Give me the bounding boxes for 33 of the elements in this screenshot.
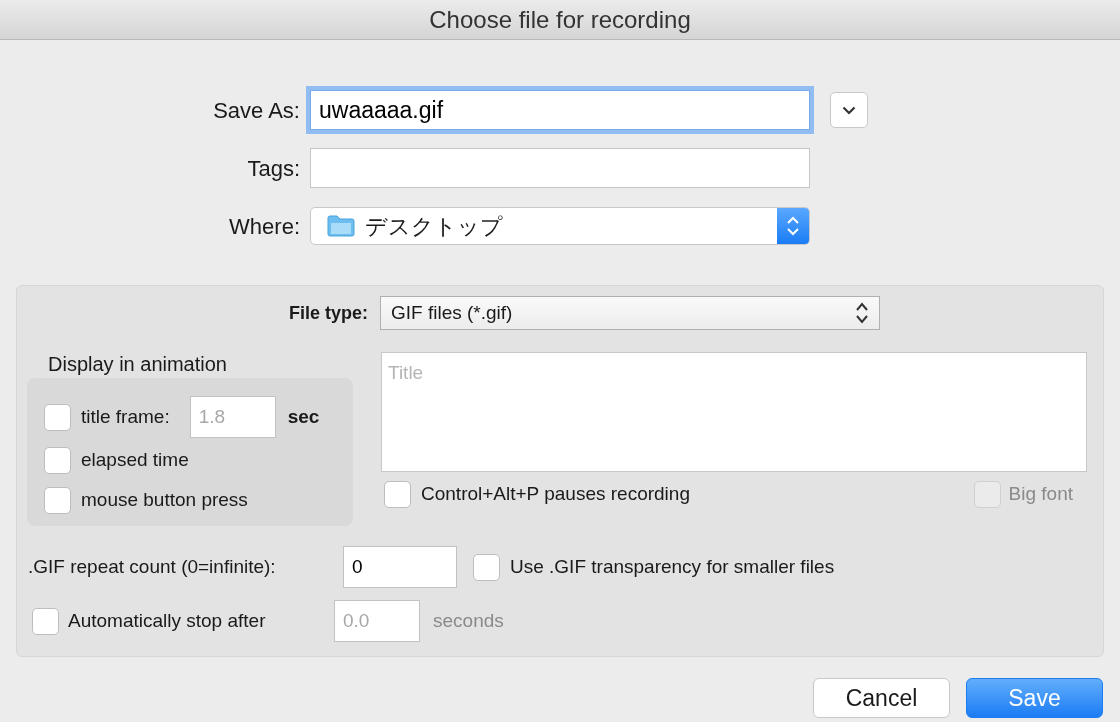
checkbox-label: Big font [1008,481,1073,506]
title-text-area[interactable]: Title [381,352,1087,472]
stepper-arrows-icon [855,300,869,326]
checkbox[interactable] [44,486,71,514]
checkbox[interactable] [44,446,71,474]
field-label: Save As: [212,96,300,125]
checkbox-label: Automatically stop after [68,608,267,633]
tags-field[interactable] [310,148,810,188]
file-type-dropdown[interactable]: GIF files (*.gif) [380,296,880,330]
field-label: Where: [228,212,300,241]
checkbox-label: Control+Alt+P pauses recording [421,481,690,506]
filename-field[interactable]: uwaaaaa.gif [310,90,810,130]
field-label: Tags: [246,154,300,183]
unit-label: seconds [433,608,504,633]
checkbox-label: title frame: [81,404,170,429]
window-title: Choose file for recording [429,4,691,35]
repeat-count-field[interactable]: 0 [343,546,457,588]
checkbox[interactable] [473,553,500,581]
checkbox-label: elapsed time [81,447,189,472]
checkbox[interactable] [384,480,411,508]
checkbox-label: mouse button press [81,487,248,512]
group-title: Display in animation [47,352,228,376]
field-label: File type: [289,301,368,325]
field-label: .GIF repeat count (0=infinite): [27,554,277,579]
location-dropdown[interactable]: デスクトップ [310,207,810,245]
checkbox-label: Use .GIF transparency for smaller files [510,554,835,579]
checkbox[interactable] [44,403,71,431]
unit-label: sec [287,404,320,429]
stepper-arrows-icon [786,214,800,238]
chevron-down-icon [842,105,856,115]
expand-button[interactable] [830,92,868,128]
folder-icon [327,215,355,237]
cancel-button[interactable]: Cancel [813,678,950,718]
